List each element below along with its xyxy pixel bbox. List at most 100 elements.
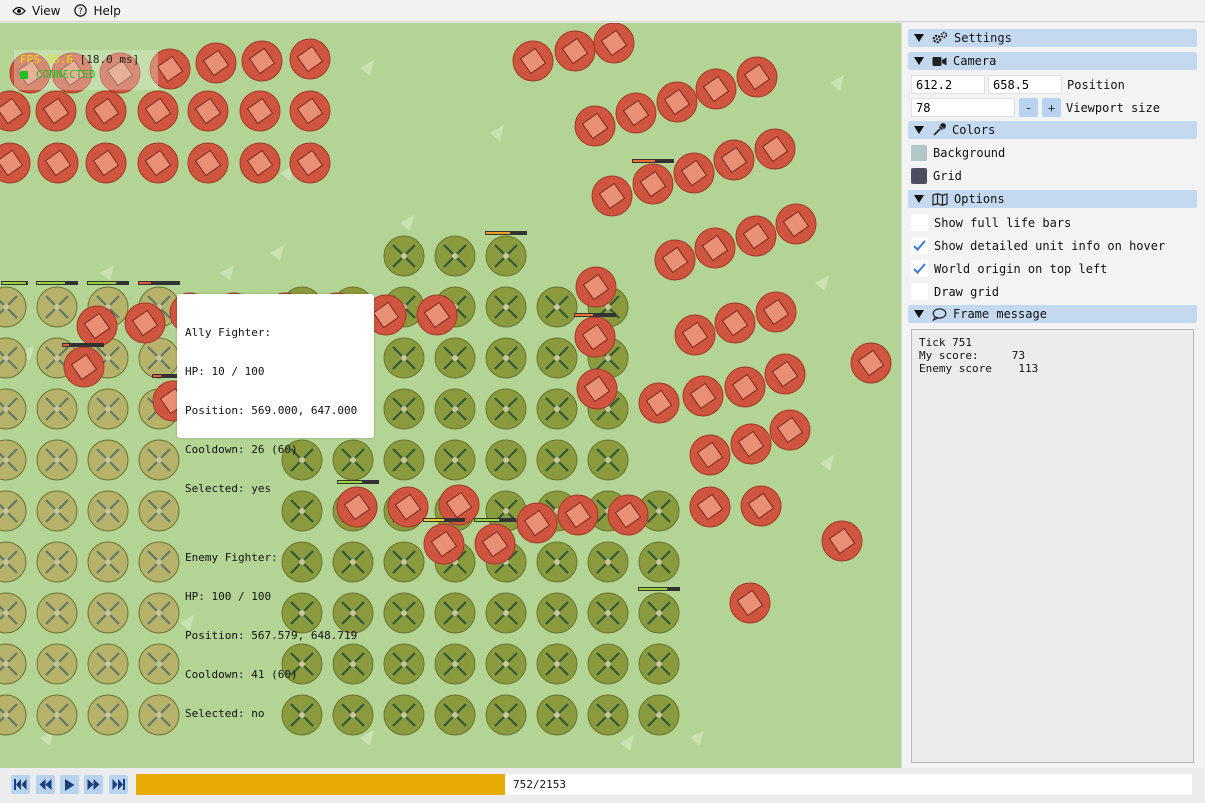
enemy-unit[interactable] [673, 152, 715, 194]
enemy-unit[interactable] [656, 81, 698, 123]
settings-header[interactable]: Settings [908, 29, 1197, 47]
ally-unit[interactable] [36, 643, 78, 685]
ally-unit[interactable] [434, 643, 476, 685]
enemy-unit[interactable] [516, 502, 558, 544]
enemy-unit[interactable] [554, 30, 596, 72]
enemy-unit[interactable] [576, 368, 618, 410]
enemy-unit[interactable] [289, 90, 331, 132]
enemy-unit[interactable] [754, 128, 796, 170]
ally-unit[interactable] [536, 286, 578, 328]
enemy-unit[interactable] [654, 239, 696, 281]
ally-unit[interactable] [485, 592, 527, 634]
ally-unit[interactable] [434, 592, 476, 634]
enemy-unit[interactable] [416, 294, 458, 336]
enemy-unit[interactable] [557, 494, 599, 536]
enemy-unit[interactable] [850, 342, 892, 384]
world-viewport[interactable]: FPS 55.6 [18.0 ms] CONNECTED Ally Fighte… [0, 23, 901, 768]
skip-to-start-button[interactable] [11, 775, 30, 794]
ally-unit[interactable] [485, 337, 527, 379]
option-row[interactable]: World origin on top left [911, 260, 1107, 277]
enemy-unit[interactable] [638, 382, 680, 424]
enemy-unit[interactable] [512, 40, 554, 82]
ally-unit[interactable] [587, 643, 629, 685]
fast-forward-button[interactable] [84, 775, 103, 794]
ally-unit[interactable] [0, 337, 27, 379]
ally-unit[interactable] [36, 286, 78, 328]
ally-unit[interactable] [0, 541, 27, 583]
ally-unit[interactable] [36, 541, 78, 583]
ally-unit[interactable] [36, 694, 78, 736]
timeline-slider[interactable] [136, 774, 1192, 795]
ally-unit[interactable] [434, 388, 476, 430]
ally-unit[interactable] [485, 439, 527, 481]
enemy-unit[interactable] [689, 486, 731, 528]
enemy-unit[interactable] [187, 142, 229, 184]
ally-unit[interactable] [383, 235, 425, 277]
enemy-unit[interactable] [137, 142, 179, 184]
ally-unit[interactable] [485, 235, 527, 277]
enemy-unit[interactable] [591, 175, 633, 217]
ally-unit[interactable] [485, 694, 527, 736]
enemy-unit[interactable] [423, 523, 465, 565]
ally-unit[interactable] [138, 694, 180, 736]
enemy-unit[interactable] [241, 40, 283, 82]
enemy-unit[interactable] [387, 486, 429, 528]
position-y-input[interactable] [988, 75, 1062, 94]
enemy-unit[interactable] [124, 302, 166, 344]
ally-unit[interactable] [36, 388, 78, 430]
ally-unit[interactable] [536, 541, 578, 583]
enemy-unit[interactable] [63, 346, 105, 388]
viewport-increase-button[interactable]: + [1042, 98, 1061, 117]
ally-unit[interactable] [36, 490, 78, 532]
position-x-input[interactable] [911, 75, 985, 94]
ally-unit[interactable] [138, 439, 180, 481]
ally-unit[interactable] [138, 592, 180, 634]
ally-unit[interactable] [36, 592, 78, 634]
enemy-unit[interactable] [575, 266, 617, 308]
enemy-unit[interactable] [769, 409, 811, 451]
ally-unit[interactable] [383, 643, 425, 685]
enemy-unit[interactable] [0, 90, 31, 132]
enemy-unit[interactable] [76, 305, 118, 347]
ally-unit[interactable] [0, 490, 27, 532]
option-checkbox[interactable] [911, 260, 928, 277]
enemy-unit[interactable] [239, 90, 281, 132]
enemy-unit[interactable] [474, 523, 516, 565]
background-color-row[interactable]: Background [911, 145, 1005, 161]
enemy-unit[interactable] [187, 90, 229, 132]
enemy-unit[interactable] [615, 92, 657, 134]
enemy-unit[interactable] [85, 90, 127, 132]
ally-unit[interactable] [0, 286, 27, 328]
ally-unit[interactable] [0, 439, 27, 481]
option-row[interactable]: Draw grid [911, 283, 999, 300]
enemy-unit[interactable] [724, 366, 766, 408]
ally-unit[interactable] [485, 388, 527, 430]
option-checkbox[interactable] [911, 283, 928, 300]
enemy-unit[interactable] [289, 142, 331, 184]
ally-unit[interactable] [587, 694, 629, 736]
ally-unit[interactable] [536, 337, 578, 379]
options-header[interactable]: Options [908, 190, 1197, 208]
skip-to-end-button[interactable] [109, 775, 128, 794]
enemy-unit[interactable] [0, 142, 31, 184]
ally-unit[interactable] [536, 592, 578, 634]
enemy-unit[interactable] [729, 582, 771, 624]
ally-unit[interactable] [87, 694, 129, 736]
enemy-unit[interactable] [593, 23, 635, 64]
viewport-size-input[interactable] [911, 98, 1015, 117]
ally-unit[interactable] [87, 541, 129, 583]
enemy-unit[interactable] [137, 90, 179, 132]
ally-unit[interactable] [587, 592, 629, 634]
ally-unit[interactable] [434, 337, 476, 379]
ally-unit[interactable] [383, 694, 425, 736]
timeline-progress-fill[interactable] [136, 774, 505, 795]
enemy-unit[interactable] [740, 485, 782, 527]
enemy-unit[interactable] [632, 163, 674, 205]
help-menu[interactable]: ? Help [74, 4, 121, 18]
ally-unit[interactable] [138, 490, 180, 532]
ally-unit[interactable] [383, 439, 425, 481]
ally-unit[interactable] [36, 439, 78, 481]
enemy-unit[interactable] [821, 520, 863, 562]
ally-unit[interactable] [0, 694, 27, 736]
background-color-swatch[interactable] [911, 145, 927, 161]
